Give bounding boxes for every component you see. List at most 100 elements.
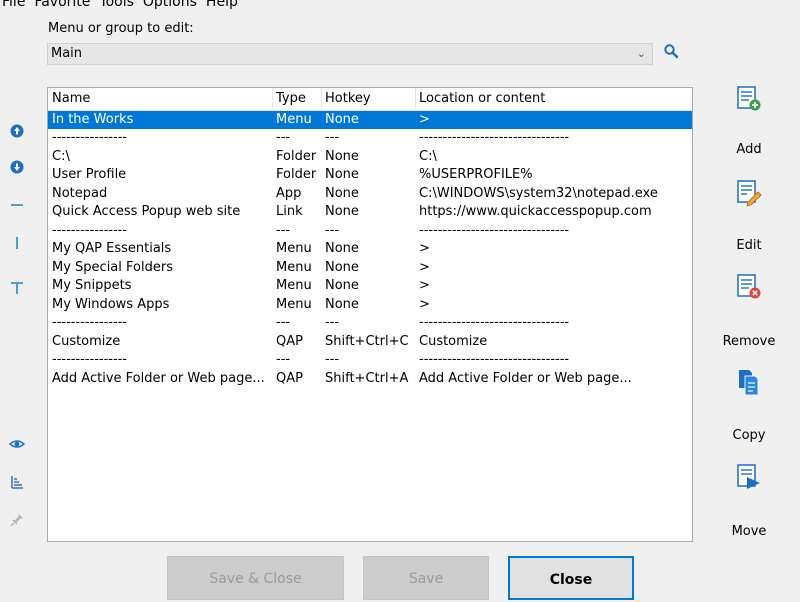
save-and-close-button[interactable]: Save & Close xyxy=(167,556,344,600)
move-favorite-icon xyxy=(737,464,760,489)
menu-group-dropdown[interactable]: Main ⌄ xyxy=(47,43,653,65)
menu-file[interactable]: File xyxy=(0,0,32,10)
item-hotkey: --- xyxy=(325,352,340,367)
item-location: -------------------------------- xyxy=(419,130,570,145)
item-hotkey: --- xyxy=(325,315,340,330)
edit-button-label: Edit xyxy=(736,238,762,253)
item-location: > xyxy=(419,260,430,275)
item-name: My Special Folders xyxy=(52,260,173,275)
item-type: --- xyxy=(276,352,291,367)
item-name: Notepad xyxy=(52,186,108,201)
list-item[interactable]: My Windows Apps Menu None > xyxy=(48,296,692,314)
favorites-list[interactable]: Name Type Hotkey Location or content In … xyxy=(47,87,693,542)
item-location: > xyxy=(419,112,430,127)
item-hotkey: None xyxy=(325,186,359,201)
list-item[interactable]: User Profile Folder None %USERPROFILE% xyxy=(48,166,692,184)
list-item[interactable]: ---------------- --- --- ---------------… xyxy=(48,222,692,240)
text-separator-icon[interactable] xyxy=(9,280,25,296)
item-name: ---------------- xyxy=(52,352,128,367)
menu-tools[interactable]: Tools xyxy=(97,0,141,10)
menu-options[interactable]: Options xyxy=(141,0,204,10)
menu-help[interactable]: Help xyxy=(204,0,245,10)
column-break-icon[interactable] xyxy=(9,235,25,251)
item-type: Menu xyxy=(276,297,312,312)
move-up-icon[interactable] xyxy=(9,123,25,139)
copy-favorite-icon xyxy=(739,370,759,396)
item-hotkey: Shift+Ctrl+C xyxy=(325,334,409,349)
list-item[interactable]: Customize QAP Shift+Ctrl+C Customize xyxy=(48,333,692,351)
item-location: > xyxy=(419,297,430,312)
remove-favorite-icon xyxy=(737,274,761,299)
item-name: My Snippets xyxy=(52,278,132,293)
preview-icon[interactable] xyxy=(9,436,25,452)
item-type: QAP xyxy=(276,371,303,386)
column-header-location[interactable]: Location or content xyxy=(419,91,689,106)
separator-icon[interactable] xyxy=(9,197,25,213)
add-favorite-icon xyxy=(737,86,761,111)
search-icon[interactable] xyxy=(663,43,679,59)
item-hotkey: None xyxy=(325,241,359,256)
column-header-hotkey[interactable]: Hotkey xyxy=(325,91,417,106)
list-item[interactable]: Notepad App None C:\WINDOWS\system32\not… xyxy=(48,185,692,203)
remove-button[interactable]: Remove xyxy=(718,272,780,349)
menu-favorite[interactable]: Favorite xyxy=(32,0,97,10)
item-name: User Profile xyxy=(52,167,127,182)
item-hotkey: --- xyxy=(325,130,340,145)
move-down-icon[interactable] xyxy=(9,159,25,175)
save-button[interactable]: Save xyxy=(363,556,489,600)
list-item[interactable]: ---------------- --- --- ---------------… xyxy=(48,351,692,369)
move-button[interactable]: Move xyxy=(718,462,780,539)
item-hotkey: None xyxy=(325,204,359,219)
column-divider[interactable] xyxy=(321,88,322,108)
item-type: --- xyxy=(276,223,291,238)
column-divider[interactable] xyxy=(415,88,416,108)
item-name: ---------------- xyxy=(52,130,128,145)
chevron-down-icon: ⌄ xyxy=(636,47,646,60)
list-item[interactable]: C:\ Folder None C:\ xyxy=(48,148,692,166)
item-location: > xyxy=(419,278,430,293)
item-type: QAP xyxy=(276,334,303,349)
item-location: C:\WINDOWS\system32\notepad.exe xyxy=(419,186,658,201)
item-hotkey: None xyxy=(325,260,359,275)
add-button-label: Add xyxy=(736,142,762,157)
item-location: C:\ xyxy=(419,149,437,164)
item-name: Customize xyxy=(52,334,121,349)
column-header-name[interactable]: Name xyxy=(52,91,272,106)
list-item[interactable]: ---------------- --- --- ---------------… xyxy=(48,314,692,332)
list-item[interactable]: My Special Folders Menu None > xyxy=(48,259,692,277)
list-item[interactable]: ---------------- --- --- ---------------… xyxy=(48,129,692,147)
edit-favorite-icon xyxy=(737,180,762,207)
close-button[interactable]: Close xyxy=(508,556,634,600)
pin-icon[interactable] xyxy=(9,512,25,528)
copy-button[interactable]: Copy xyxy=(718,368,780,443)
item-hotkey: --- xyxy=(325,223,340,238)
item-hotkey: None xyxy=(325,297,359,312)
column-divider[interactable] xyxy=(272,88,273,108)
list-item[interactable]: My Snippets Menu None > xyxy=(48,277,692,295)
item-type: App xyxy=(276,186,302,201)
item-type: Folder xyxy=(276,149,317,164)
item-name: My Windows Apps xyxy=(52,297,170,312)
add-button[interactable]: Add xyxy=(718,84,780,157)
list-item[interactable]: Quick Access Popup web site Link None ht… xyxy=(48,203,692,221)
item-location: -------------------------------- xyxy=(419,223,570,238)
sort-icon[interactable] xyxy=(9,474,25,490)
list-item[interactable]: My QAP Essentials Menu None > xyxy=(48,240,692,258)
list-header: Name Type Hotkey Location or content xyxy=(48,88,692,111)
move-button-label: Move xyxy=(731,524,767,539)
remove-button-label: Remove xyxy=(722,334,776,349)
item-hotkey: None xyxy=(325,278,359,293)
edit-menu-label: Menu or group to edit: xyxy=(48,21,194,36)
item-type: --- xyxy=(276,315,291,330)
item-name: In the Works xyxy=(52,112,134,127)
menu-bar: File Favorite Tools Options Help xyxy=(0,0,245,10)
list-item[interactable]: Add Active Folder or Web page... QAP Shi… xyxy=(48,370,692,388)
item-type: Link xyxy=(276,204,303,219)
list-item-selected[interactable]: In the Works Menu None > xyxy=(48,111,692,129)
item-type: Menu xyxy=(276,241,312,256)
edit-button[interactable]: Edit xyxy=(718,178,780,253)
column-header-type[interactable]: Type xyxy=(276,91,324,106)
item-name: Quick Access Popup web site xyxy=(52,204,241,219)
item-hotkey: Shift+Ctrl+A xyxy=(325,371,409,386)
item-name: C:\ xyxy=(52,149,70,164)
